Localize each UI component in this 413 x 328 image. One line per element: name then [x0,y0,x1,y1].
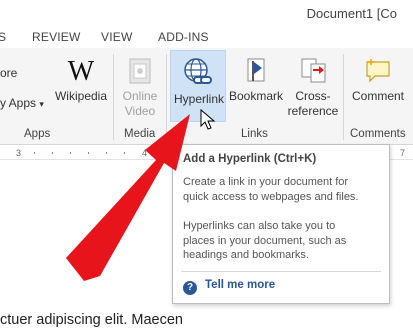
group-separator [113,54,114,140]
bookmark-label: Bookmark [228,89,284,103]
title-bar: Document1 [Co [0,0,413,24]
globe-link-icon [184,58,212,84]
tab-add-ins[interactable]: ADD-INS [158,30,209,44]
document-text: ctuer adipiscing elit. Maecen [0,312,183,328]
chevron-down-icon: ▾ [39,99,44,109]
bookmark-button[interactable]: Bookmark [227,56,285,104]
comment-button[interactable]: Comment [346,56,410,104]
tooltip-description: Create a link in your document for quick… [183,175,383,204]
group-label-media: Media [124,128,156,140]
cross-reference-label-2: reference [287,104,339,118]
window-title: Document1 [Co [306,6,397,21]
tooltip-line: places in your document, such as [183,234,347,247]
film-icon [129,58,151,84]
bookmark-icon [247,58,265,82]
tooltip-title: Add a Hyperlink (Ctrl+K) [183,153,317,165]
tooltip-line: quick access to webpages and files. [183,190,359,203]
group-label-apps: Apps [24,128,51,140]
ruler-mark [88,152,89,154]
wikipedia-label: Wikipedia [54,89,108,103]
group-label-comments: Comments [350,128,406,140]
online-video-button[interactable]: Online Video [116,56,164,119]
online-video-label-2: Video [124,104,156,118]
ruler-mark [34,152,35,154]
tell-me-more-label: Tell me more [205,279,276,291]
online-video-label-1: Online [122,89,158,103]
tooltip-extra-info: Hyperlinks can also take you to places i… [183,219,383,263]
tab-view[interactable]: VIEW [101,30,132,44]
ruler-mark [124,152,125,154]
comment-label: Comment [351,89,404,103]
store-label: ore [0,66,18,80]
tell-me-more-link[interactable]: ? Tell me more [183,279,275,295]
ruler-mark [106,152,107,154]
my-apps-button[interactable]: y Apps ▾ [0,96,44,110]
hyperlink-tooltip: Add a Hyperlink (Ctrl+K) Create a link i… [172,144,390,304]
ruler-tick-4: 4 [142,148,148,158]
tooltip-divider [181,271,381,272]
hyperlink-label: Hyperlink [173,92,224,106]
cross-reference-label-1: Cross- [295,89,331,103]
tooltip-line: headings and bookmarks. [183,249,309,261]
ruler-tick-7: 7 [400,148,406,158]
hyperlink-button[interactable]: Hyperlink [170,50,226,122]
group-separator [343,54,344,140]
cross-reference-icon [301,58,326,83]
ruler-mark [52,152,53,154]
tooltip-line: Hyperlinks can also take you to [183,220,336,232]
ruler-mark [70,152,71,154]
cross-reference-button[interactable]: Cross- reference [285,56,341,119]
ribbon-tabs: S REVIEW VIEW ADD-INS [0,26,413,48]
my-apps-label: y Apps [0,96,37,110]
tooltip-line: Create a link in your document for [183,176,349,188]
svg-text:W: W [68,56,95,86]
help-icon: ? [183,281,197,295]
group-label-links: Links [241,128,268,140]
group-separator [166,54,167,140]
ruler-mark [160,152,161,154]
new-comment-icon [366,59,390,83]
ruler-tick-3: 3 [16,148,22,158]
tab-insert[interactable]: S [0,30,6,44]
wikipedia-icon: W [68,56,95,87]
wikipedia-button[interactable]: W Wikipedia [50,56,112,104]
tab-review[interactable]: REVIEW [32,30,81,44]
store-button[interactable]: ore [0,66,17,81]
